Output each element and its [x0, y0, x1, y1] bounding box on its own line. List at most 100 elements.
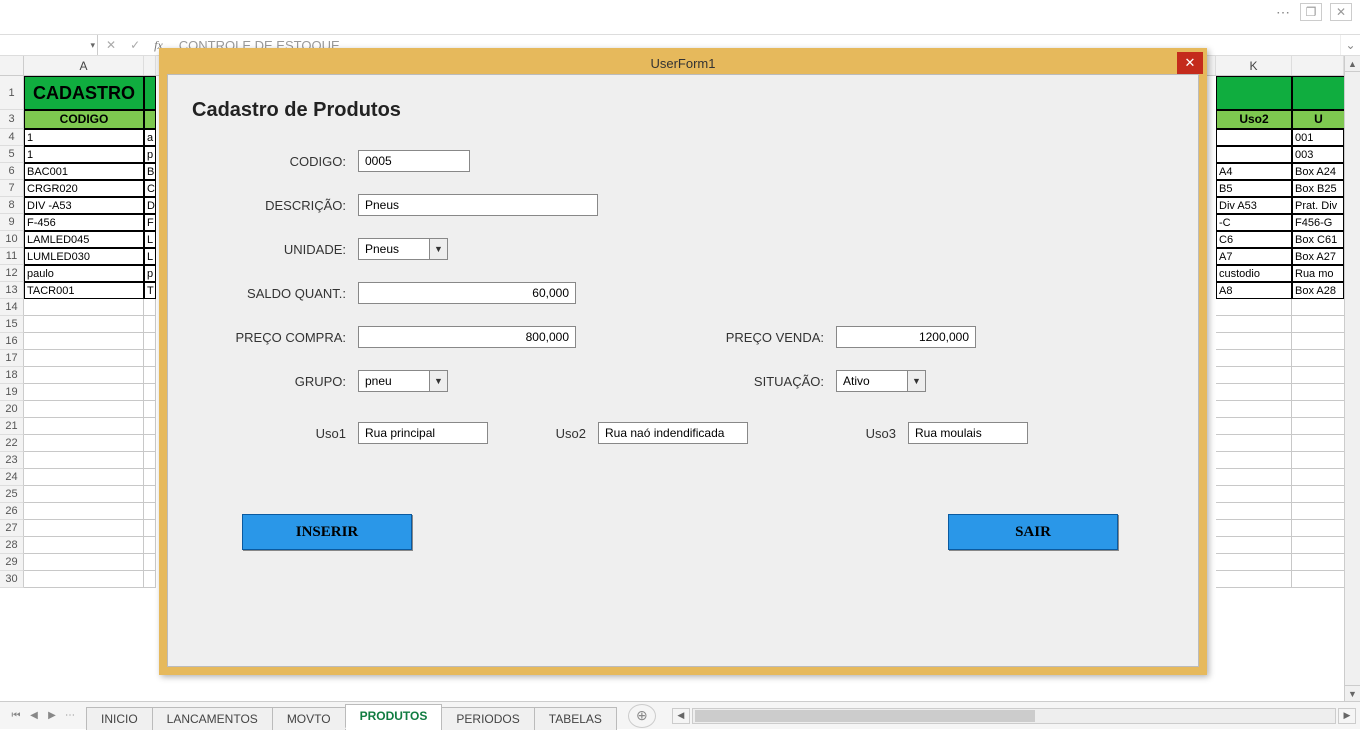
- inserir-button[interactable]: INSERIR: [242, 514, 412, 550]
- cell[interactable]: p: [144, 146, 156, 163]
- cell[interactable]: [1292, 435, 1344, 452]
- uso3-input[interactable]: [908, 422, 1028, 444]
- row-header[interactable]: 13: [0, 282, 24, 299]
- cell[interactable]: LAMLED045: [24, 231, 144, 248]
- cell[interactable]: [24, 469, 144, 486]
- row-header[interactable]: 1: [0, 76, 24, 110]
- cell[interactable]: [1292, 520, 1344, 537]
- descricao-input[interactable]: [358, 194, 598, 216]
- cell[interactable]: [24, 384, 144, 401]
- cell[interactable]: [1216, 316, 1292, 333]
- cell[interactable]: L: [144, 248, 156, 265]
- cell[interactable]: [144, 435, 156, 452]
- cell[interactable]: A4: [1216, 163, 1292, 180]
- cell[interactable]: [1216, 469, 1292, 486]
- cell[interactable]: [144, 452, 156, 469]
- cell[interactable]: F456-G: [1292, 214, 1344, 231]
- row-header[interactable]: 15: [0, 316, 24, 333]
- cell[interactable]: [1292, 367, 1344, 384]
- row-header[interactable]: 4: [0, 129, 24, 146]
- tab-prev-icon[interactable]: ◀: [26, 708, 42, 724]
- row-header[interactable]: 14: [0, 299, 24, 316]
- cell[interactable]: 001: [1292, 129, 1344, 146]
- sheet-tab[interactable]: PRODUTOS: [345, 704, 443, 729]
- cell[interactable]: 1: [24, 129, 144, 146]
- cell[interactable]: Rua mo: [1292, 265, 1344, 282]
- scroll-down-icon[interactable]: ▼: [1345, 685, 1360, 701]
- scroll-thumb[interactable]: [695, 710, 1035, 722]
- row-header[interactable]: 9: [0, 214, 24, 231]
- cell[interactable]: TACR001: [24, 282, 144, 299]
- row-header[interactable]: 3: [0, 110, 24, 129]
- saldo-input[interactable]: [358, 282, 576, 304]
- row-header[interactable]: 7: [0, 180, 24, 197]
- cell[interactable]: [1216, 129, 1292, 146]
- chevron-down-icon[interactable]: ▼: [429, 239, 447, 259]
- sheet-tab[interactable]: INICIO: [86, 707, 153, 730]
- column-header[interactable]: [1292, 56, 1344, 75]
- row-header[interactable]: 12: [0, 265, 24, 282]
- cell[interactable]: Box A24: [1292, 163, 1344, 180]
- cell[interactable]: B5: [1216, 180, 1292, 197]
- cell[interactable]: [1292, 503, 1344, 520]
- cell[interactable]: [24, 503, 144, 520]
- cell[interactable]: [24, 333, 144, 350]
- scroll-up-icon[interactable]: ▲: [1345, 56, 1360, 72]
- cell[interactable]: [1216, 333, 1292, 350]
- cell[interactable]: LUMLED030: [24, 248, 144, 265]
- cell[interactable]: [144, 537, 156, 554]
- cell[interactable]: [1216, 554, 1292, 571]
- cell[interactable]: custodio: [1216, 265, 1292, 282]
- cell[interactable]: Div A53: [1216, 197, 1292, 214]
- column-header[interactable]: K: [1216, 56, 1292, 75]
- column-header[interactable]: [144, 56, 156, 75]
- cell[interactable]: [1216, 76, 1292, 110]
- cell[interactable]: a: [144, 129, 156, 146]
- cell[interactable]: [24, 350, 144, 367]
- column-title-u[interactable]: U: [1292, 110, 1344, 129]
- cell[interactable]: p: [144, 265, 156, 282]
- scroll-left-icon[interactable]: ◀: [672, 708, 690, 724]
- cell[interactable]: [24, 537, 144, 554]
- close-window-icon[interactable]: ✕: [1330, 3, 1352, 21]
- row-header[interactable]: 29: [0, 554, 24, 571]
- restore-window-icon[interactable]: ❐: [1300, 3, 1322, 21]
- cell[interactable]: [24, 452, 144, 469]
- cell[interactable]: [1292, 537, 1344, 554]
- row-header[interactable]: 18: [0, 367, 24, 384]
- chevron-down-icon[interactable]: ▼: [907, 371, 925, 391]
- cell[interactable]: [1292, 486, 1344, 503]
- cell[interactable]: BAC001: [24, 163, 144, 180]
- chevron-down-icon[interactable]: ▾: [90, 40, 95, 51]
- cell[interactable]: [144, 469, 156, 486]
- cell[interactable]: [1292, 554, 1344, 571]
- cell[interactable]: [1292, 350, 1344, 367]
- tab-menu-icon[interactable]: ⋯: [62, 708, 78, 724]
- row-header[interactable]: 30: [0, 571, 24, 588]
- row-header[interactable]: 16: [0, 333, 24, 350]
- cell[interactable]: A8: [1216, 282, 1292, 299]
- cell[interactable]: [144, 486, 156, 503]
- sheet-tab[interactable]: MOVTO: [272, 707, 346, 730]
- uso1-input[interactable]: [358, 422, 488, 444]
- cell[interactable]: F-456: [24, 214, 144, 231]
- cell[interactable]: [144, 520, 156, 537]
- row-header[interactable]: 17: [0, 350, 24, 367]
- column-title-uso2[interactable]: Uso2: [1216, 110, 1292, 129]
- cell[interactable]: [1292, 571, 1344, 588]
- cell[interactable]: [1216, 520, 1292, 537]
- row-header[interactable]: 22: [0, 435, 24, 452]
- more-icon[interactable]: ⋯: [1276, 4, 1292, 21]
- dialog-titlebar[interactable]: UserForm1 ✕: [163, 52, 1203, 74]
- cell[interactable]: Box B25: [1292, 180, 1344, 197]
- cell[interactable]: [1216, 537, 1292, 554]
- cell[interactable]: [24, 554, 144, 571]
- cell[interactable]: Box A27: [1292, 248, 1344, 265]
- add-sheet-button[interactable]: ⊕: [628, 704, 656, 728]
- name-box[interactable]: ▾: [0, 35, 98, 55]
- cell[interactable]: paulo: [24, 265, 144, 282]
- row-header[interactable]: 28: [0, 537, 24, 554]
- cell[interactable]: [1216, 146, 1292, 163]
- sheet-tab[interactable]: PERIODOS: [441, 707, 534, 730]
- cell[interactable]: C: [144, 180, 156, 197]
